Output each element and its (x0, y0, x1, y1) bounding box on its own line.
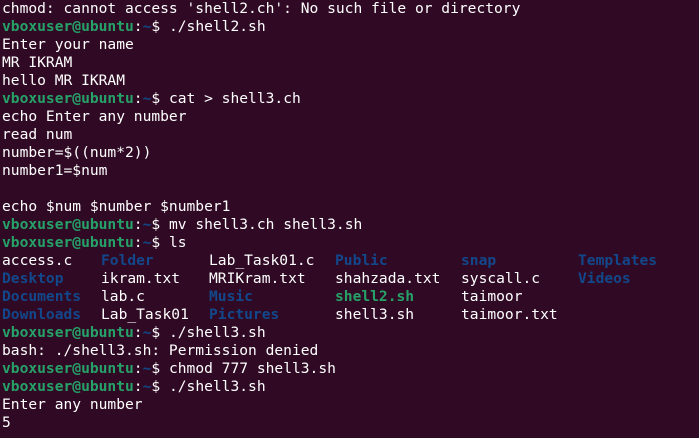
output-text: 5 (2, 414, 11, 431)
ls-entry-directory: Videos (578, 270, 631, 287)
ls-entry-directory: Pictures (209, 306, 280, 323)
output-line: number=$((num*2)) (2, 144, 699, 162)
ls-entry-file: access.c (2, 252, 73, 269)
command-text: ls (168, 234, 187, 251)
ls-entry-directory: Documents (2, 288, 82, 305)
output-line: chmod: cannot access 'shell2.ch': No suc… (2, 0, 699, 18)
output-line: bash: ./shell3.sh: Permission denied (2, 342, 699, 360)
output-text: MR IKRAM (2, 54, 73, 71)
ls-entry-file (578, 288, 695, 306)
ls-entry-directory: Public (335, 252, 388, 269)
ls-entry-file: Lab_Task01.c (209, 252, 315, 269)
output-text: bash: ./shell3.sh: Permission denied (2, 342, 319, 359)
output-line: echo $num $number $number1 (2, 198, 699, 216)
prompt-symbol: $ (151, 360, 169, 377)
ls-entry-directory: snap (461, 252, 497, 269)
prompt-user-host: vboxuser@ubuntu (2, 378, 134, 395)
prompt-symbol: $ (151, 18, 169, 35)
ls-entry-file: shell3.sh (335, 306, 415, 323)
command-line: vboxuser@ubuntu:~$ ./shell3.sh (2, 324, 699, 342)
output-line: Enter your name (2, 36, 699, 54)
output-text: chmod: cannot access 'shell2.ch': No suc… (2, 0, 521, 17)
output-line: hello MR IKRAM (2, 72, 699, 90)
ls-entry-file: ikram.txt (101, 270, 181, 287)
output-text: number=$((num*2)) (2, 144, 152, 161)
ls-entry-file (578, 306, 695, 324)
command-line: vboxuser@ubuntu:~$ cat > shell3.ch (2, 90, 699, 108)
prompt-symbol: $ (151, 324, 169, 341)
prompt-user-host: vboxuser@ubuntu (2, 90, 134, 107)
prompt-colon: : (133, 234, 143, 251)
output-text: echo $num $number $number1 (2, 198, 231, 215)
ls-entry-directory: Folder (101, 252, 154, 269)
output-line: MR IKRAM (2, 54, 699, 72)
command-line: vboxuser@ubuntu:~$ ls (2, 234, 699, 252)
ls-output-row: access.c Folder Lab_Task01.c Public snap Temp… (2, 252, 699, 270)
ls-entry-file: Lab_Task01 (101, 306, 189, 323)
prompt-symbol: $ (151, 378, 169, 395)
output-line: read num (2, 126, 699, 144)
prompt-colon: : (133, 90, 143, 107)
command-text: mv shell3.ch shell3.sh (168, 216, 363, 233)
output-text: number1=$num (2, 162, 108, 179)
ls-entry-directory: Downloads (2, 306, 82, 323)
command-line: vboxuser@ubuntu:~$ ./shell3.sh (2, 378, 699, 396)
output-text: read num (2, 126, 73, 143)
ls-entry-file: taimoor (461, 288, 523, 305)
output-text: Enter your name (2, 36, 134, 53)
command-text: ./shell3.sh (168, 324, 266, 341)
command-text: cat > shell3.ch (168, 90, 301, 107)
output-line: Enter any number (2, 396, 699, 414)
command-line: vboxuser@ubuntu:~$ ./shell2.sh (2, 18, 699, 36)
ls-entry-executable: shell2.sh (335, 288, 415, 305)
prompt-symbol: $ (151, 90, 169, 107)
output-line: 5 (2, 414, 699, 432)
prompt-colon: : (133, 324, 143, 341)
prompt-user-host: vboxuser@ubuntu (2, 216, 134, 233)
prompt-user-host: vboxuser@ubuntu (2, 234, 134, 251)
ls-entry-directory: Templates (578, 252, 658, 269)
output-text: Enter any number (2, 396, 143, 413)
command-text: chmod 777 shell3.sh (168, 360, 336, 377)
ls-entry-directory: Desktop (2, 270, 64, 287)
prompt-colon: : (133, 360, 143, 377)
command-text: ./shell3.sh (168, 378, 266, 395)
output-line: number1=$num (2, 162, 699, 180)
prompt-symbol: $ (151, 216, 169, 233)
terminal-window[interactable]: chmod: cannot access 'shell2.ch': No suc… (0, 0, 699, 438)
prompt-colon: : (133, 378, 143, 395)
prompt-colon: : (133, 216, 143, 233)
ls-entry-file: syscall.c (461, 270, 541, 287)
output-text: hello MR IKRAM (2, 72, 126, 89)
prompt-colon: : (133, 18, 143, 35)
prompt-user-host: vboxuser@ubuntu (2, 360, 134, 377)
ls-entry-file: taimoor.txt (461, 306, 558, 323)
ls-output-row: Desktop ikram.txt MRIKram.txt shahzada.txt s… (2, 270, 699, 288)
prompt-user-host: vboxuser@ubuntu (2, 18, 134, 35)
command-line: vboxuser@ubuntu:~$ mv shell3.ch shell3.s… (2, 216, 699, 234)
ls-entry-directory: Music (209, 288, 253, 305)
ls-entry-file: lab.c (101, 288, 145, 305)
command-text: ./shell2.sh (168, 18, 266, 35)
ls-output-row: Documents lab.c Music shell2.sh taimoor (2, 288, 699, 306)
prompt-symbol: $ (151, 234, 169, 251)
ls-output-row: Downloads Lab_Task01 Pictures shell3.sh taim… (2, 306, 699, 324)
output-text: echo Enter any number (2, 108, 187, 125)
ls-entry-file: shahzada.txt (335, 270, 441, 287)
ls-entry-file: MRIKram.txt (209, 270, 306, 287)
output-line: echo Enter any number (2, 108, 699, 126)
prompt-user-host: vboxuser@ubuntu (2, 324, 134, 341)
command-line: vboxuser@ubuntu:~$ chmod 777 shell3.sh (2, 360, 699, 378)
